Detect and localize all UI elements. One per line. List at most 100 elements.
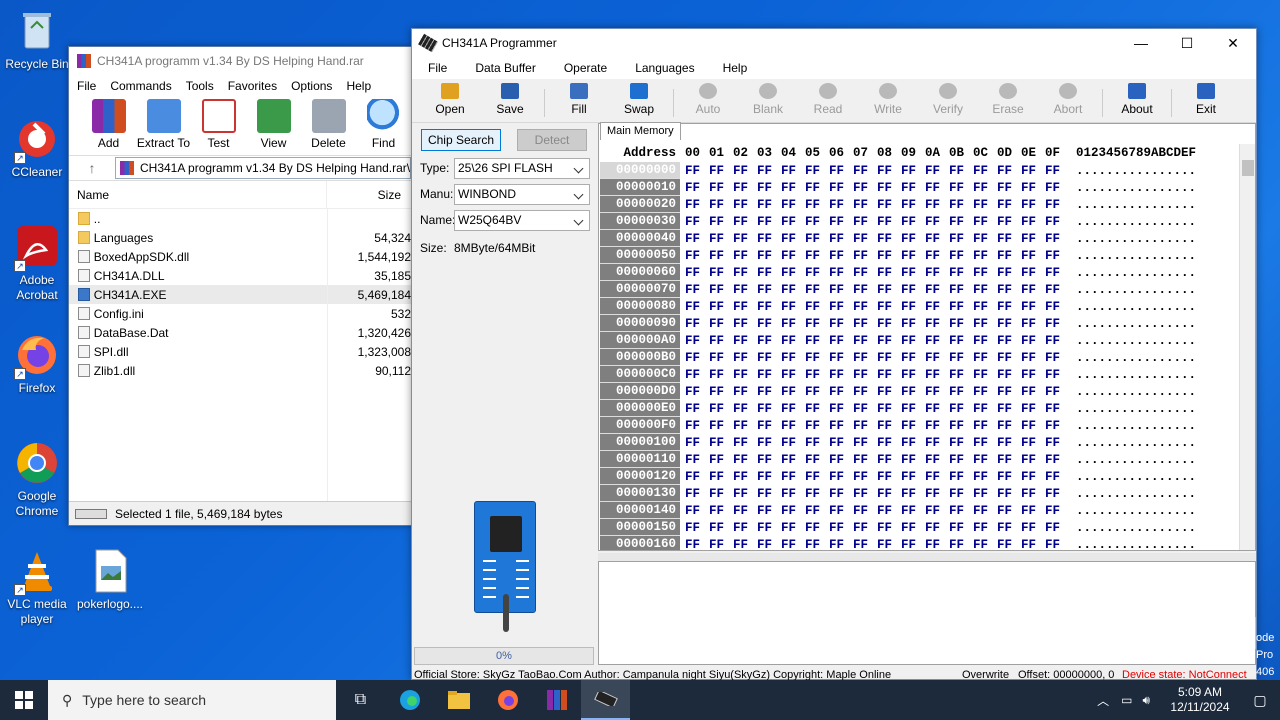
hex-byte[interactable]: FF xyxy=(1045,521,1069,535)
hex-byte[interactable]: FF xyxy=(1021,283,1045,297)
hex-byte[interactable]: FF xyxy=(805,487,829,501)
hex-byte[interactable]: FF xyxy=(805,334,829,348)
hex-byte[interactable]: FF xyxy=(949,232,973,246)
winrar-menu-favorites[interactable]: Favorites xyxy=(228,79,277,93)
hex-byte[interactable]: FF xyxy=(781,266,805,280)
hex-byte[interactable]: FF xyxy=(685,215,709,229)
hex-byte[interactable]: FF xyxy=(925,317,949,331)
hex-byte[interactable]: FF xyxy=(805,317,829,331)
hex-byte[interactable]: FF xyxy=(925,504,949,518)
hex-byte[interactable]: FF xyxy=(829,181,853,195)
hex-byte[interactable]: FF xyxy=(949,402,973,416)
view-button[interactable]: View xyxy=(246,97,301,155)
hex-byte[interactable]: FF xyxy=(1045,504,1069,518)
hex-byte[interactable]: FF xyxy=(733,317,757,331)
hex-byte[interactable]: FF xyxy=(709,368,733,382)
winrar-menu-commands[interactable]: Commands xyxy=(110,79,171,93)
hex-byte[interactable]: FF xyxy=(709,419,733,433)
hex-byte[interactable]: FF xyxy=(997,453,1021,467)
hex-row[interactable]: 00000040 FF FF FF FF FF FF FF FF FF FF FF FF FF FF FF FF… xyxy=(600,230,1240,247)
hex-byte[interactable]: FF xyxy=(757,164,781,178)
hex-byte[interactable]: FF xyxy=(805,504,829,518)
hex-row[interactable]: 00000140 FF FF FF FF FF FF FF FF FF FF FF FF FF FF FF FF… xyxy=(600,502,1240,519)
hex-byte[interactable]: FF xyxy=(781,487,805,501)
hex-byte[interactable]: FF xyxy=(1021,436,1045,450)
blank-button[interactable]: Blank xyxy=(738,79,798,116)
hex-row[interactable]: 000000A0 FF FF FF FF FF FF FF FF FF FF FF FF FF FF FF FF… xyxy=(600,332,1240,349)
hex-byte[interactable]: FF xyxy=(781,419,805,433)
hex-byte[interactable]: FF xyxy=(949,164,973,178)
hex-byte[interactable]: FF xyxy=(829,266,853,280)
desktop-icon-google-chrome[interactable]: Google Chrome xyxy=(1,440,73,519)
hex-byte[interactable]: FF xyxy=(829,368,853,382)
hex-row[interactable]: 00000050 FF FF FF FF FF FF FF FF FF FF FF FF FF FF FF FF… xyxy=(600,247,1240,264)
hex-byte[interactable]: FF xyxy=(973,419,997,433)
hex-byte[interactable]: FF xyxy=(1021,402,1045,416)
hex-byte[interactable]: FF xyxy=(805,249,829,263)
hex-byte[interactable]: FF xyxy=(733,283,757,297)
read-button[interactable]: Read xyxy=(798,79,858,116)
hex-byte[interactable]: FF xyxy=(925,453,949,467)
hex-byte[interactable]: FF xyxy=(997,419,1021,433)
hex-byte[interactable]: FF xyxy=(1045,317,1069,331)
hex-byte[interactable]: FF xyxy=(757,402,781,416)
hex-row[interactable]: 00000000 FF FF FF FF FF FF FF FF FF FF FF FF FF FF FF FF… xyxy=(600,162,1240,179)
hex-byte[interactable]: FF xyxy=(1021,487,1045,501)
hex-byte[interactable]: FF xyxy=(997,181,1021,195)
hex-byte[interactable]: FF xyxy=(877,317,901,331)
hex-byte[interactable]: FF xyxy=(949,538,973,551)
hex-byte[interactable]: FF xyxy=(685,385,709,399)
hex-byte[interactable]: FF xyxy=(973,385,997,399)
hex-byte[interactable]: FF xyxy=(733,470,757,484)
hex-byte[interactable]: FF xyxy=(853,504,877,518)
add-button[interactable]: Add xyxy=(81,97,136,155)
hex-byte[interactable]: FF xyxy=(829,385,853,399)
hex-byte[interactable]: FF xyxy=(901,453,925,467)
hex-byte[interactable]: FF xyxy=(733,351,757,365)
hex-byte[interactable]: FF xyxy=(949,300,973,314)
notification-icon[interactable]: ▢ xyxy=(1240,692,1280,709)
hex-byte[interactable]: FF xyxy=(781,300,805,314)
hex-byte[interactable]: FF xyxy=(901,504,925,518)
hex-byte[interactable]: FF xyxy=(973,249,997,263)
hex-byte[interactable]: FF xyxy=(973,538,997,551)
hex-byte[interactable]: FF xyxy=(1021,521,1045,535)
hex-byte[interactable]: FF xyxy=(997,300,1021,314)
hex-row[interactable]: 00000060 FF FF FF FF FF FF FF FF FF FF FF FF FF FF FF FF… xyxy=(600,264,1240,281)
hex-byte[interactable]: FF xyxy=(853,470,877,484)
hex-byte[interactable]: FF xyxy=(733,453,757,467)
hex-byte[interactable]: FF xyxy=(1045,164,1069,178)
winrar-path-field[interactable]: CH341A programm v1.34 By DS Helping Hand… xyxy=(115,157,411,179)
hex-byte[interactable]: FF xyxy=(829,164,853,178)
desktop-icon-adobe-acrobat[interactable]: ↗ Adobe Acrobat xyxy=(1,224,73,303)
hex-byte[interactable]: FF xyxy=(901,198,925,212)
hex-byte[interactable]: FF xyxy=(877,232,901,246)
hex-byte[interactable]: FF xyxy=(829,300,853,314)
hex-byte[interactable]: FF xyxy=(805,266,829,280)
hex-byte[interactable]: FF xyxy=(757,266,781,280)
hex-byte[interactable]: FF xyxy=(757,300,781,314)
hex-byte[interactable]: FF xyxy=(997,317,1021,331)
hex-byte[interactable]: FF xyxy=(853,385,877,399)
hex-byte[interactable]: FF xyxy=(829,470,853,484)
hex-byte[interactable]: FF xyxy=(853,436,877,450)
hex-byte[interactable]: FF xyxy=(949,266,973,280)
hex-byte[interactable]: FF xyxy=(709,215,733,229)
hex-byte[interactable]: FF xyxy=(709,487,733,501)
save-button[interactable]: Save xyxy=(480,79,540,116)
taskbar-ch341a-icon[interactable] xyxy=(581,680,630,720)
hex-byte[interactable]: FF xyxy=(973,215,997,229)
hex-byte[interactable]: FF xyxy=(877,351,901,365)
file-row[interactable]: .. xyxy=(69,209,411,228)
hex-byte[interactable]: FF xyxy=(685,419,709,433)
hex-byte[interactable]: FF xyxy=(1045,487,1069,501)
hex-byte[interactable]: FF xyxy=(757,470,781,484)
column-name[interactable]: Name xyxy=(69,181,327,208)
hex-byte[interactable]: FF xyxy=(757,232,781,246)
hex-byte[interactable]: FF xyxy=(733,385,757,399)
file-row[interactable]: DataBase.Dat 1,320,426 xyxy=(69,323,411,342)
clock[interactable]: 5:09 AM 12/11/2024 xyxy=(1160,685,1240,715)
hex-byte[interactable]: FF xyxy=(709,538,733,551)
hex-byte[interactable]: FF xyxy=(1045,538,1069,551)
hex-byte[interactable]: FF xyxy=(853,538,877,551)
